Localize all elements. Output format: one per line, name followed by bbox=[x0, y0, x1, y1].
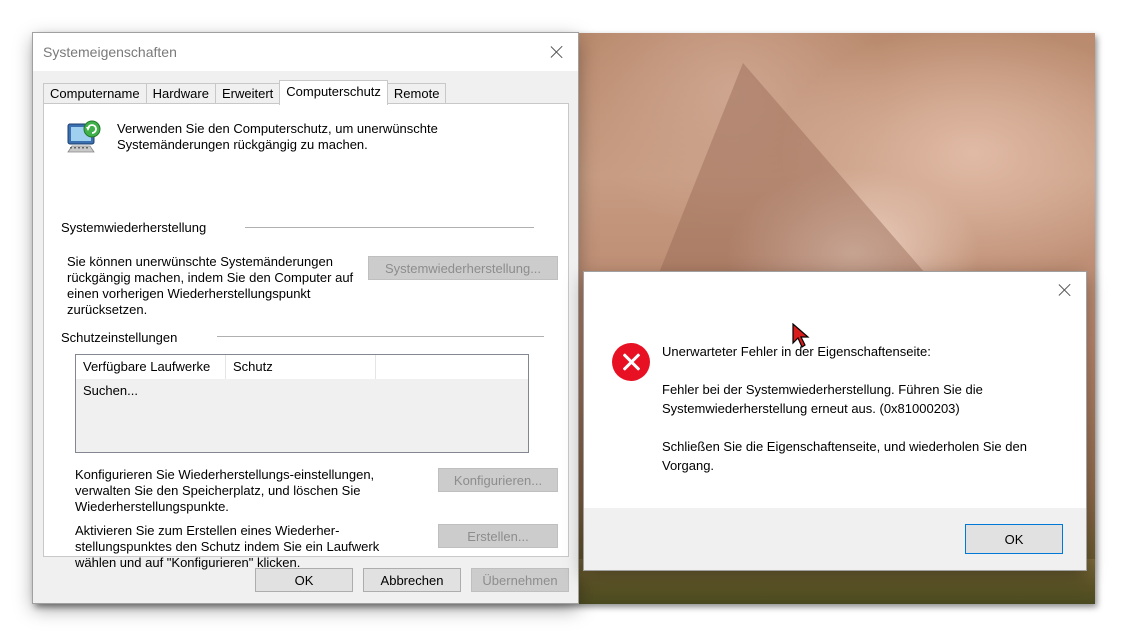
column-drives[interactable]: Verfügbare Laufwerke bbox=[76, 355, 226, 379]
error-line-3: Schließen Sie die Eigenschaftenseite, un… bbox=[662, 439, 1027, 473]
error-dialog: Unerwarteter Fehler in der Eigenschaften… bbox=[584, 272, 1086, 570]
protection-separator bbox=[217, 336, 544, 337]
title-bar: Systemeigenschaften bbox=[33, 33, 578, 71]
close-icon[interactable] bbox=[549, 44, 565, 60]
tab-hardware[interactable]: Hardware bbox=[145, 83, 216, 104]
protection-heading: Schutzeinstellungen bbox=[61, 330, 178, 345]
error-message: Unerwarteter Fehler in der Eigenschaften… bbox=[662, 342, 1062, 494]
column-protection[interactable]: Schutz bbox=[226, 355, 376, 379]
window-title: Systemeigenschaften bbox=[43, 44, 177, 60]
restore-description: Sie können unerwünschte Systemänderungen… bbox=[67, 254, 354, 317]
tab-strip: Computername Hardware Erweitert Computer… bbox=[43, 80, 447, 105]
column-empty bbox=[376, 355, 526, 379]
create-button[interactable]: Erstellen... bbox=[438, 524, 558, 548]
intro-text: Verwenden Sie den Computerschutz, um une… bbox=[117, 121, 438, 152]
tab-erweitert[interactable]: Erweitert bbox=[214, 83, 281, 104]
system-properties-window: Systemeigenschaften Computername Hardwar… bbox=[33, 33, 578, 603]
error-icon bbox=[612, 343, 650, 381]
cancel-button[interactable]: Abbrechen bbox=[363, 568, 461, 592]
mouse-cursor-icon bbox=[792, 323, 810, 348]
close-icon[interactable] bbox=[1057, 282, 1073, 298]
system-restore-button[interactable]: Systemwiederherstellung... bbox=[368, 256, 558, 280]
tab-panel-computerschutz: Verwenden Sie den Computerschutz, um une… bbox=[43, 103, 569, 570]
create-description: Aktivieren Sie zum Erstellen eines Wiede… bbox=[75, 523, 380, 570]
ok-button[interactable]: OK bbox=[255, 568, 353, 592]
configure-description: Konfigurieren Sie Wiederherstellungs-ein… bbox=[75, 467, 375, 514]
list-header: Verfügbare Laufwerke Schutz bbox=[76, 355, 528, 379]
tab-remote[interactable]: Remote bbox=[386, 83, 447, 104]
tab-computerschutz[interactable]: Computerschutz bbox=[279, 80, 388, 105]
restore-heading: Systemwiederherstellung bbox=[61, 220, 207, 235]
error-ok-button[interactable]: OK bbox=[965, 524, 1063, 554]
restore-separator bbox=[245, 227, 534, 228]
apply-button[interactable]: Übernehmen bbox=[471, 568, 569, 592]
configure-button[interactable]: Konfigurieren... bbox=[438, 468, 558, 492]
drives-listview[interactable]: Verfügbare Laufwerke Schutz Suchen... bbox=[75, 354, 529, 453]
tab-computername[interactable]: Computername bbox=[43, 83, 147, 104]
dialog-footer: OK bbox=[584, 508, 1086, 570]
error-line-1: Unerwarteter Fehler in der Eigenschaften… bbox=[662, 344, 931, 359]
list-status-row: Suchen... bbox=[83, 383, 138, 398]
error-line-2: Fehler bei der Systemwiederherstellung. … bbox=[662, 382, 983, 416]
system-protection-icon bbox=[67, 120, 101, 153]
